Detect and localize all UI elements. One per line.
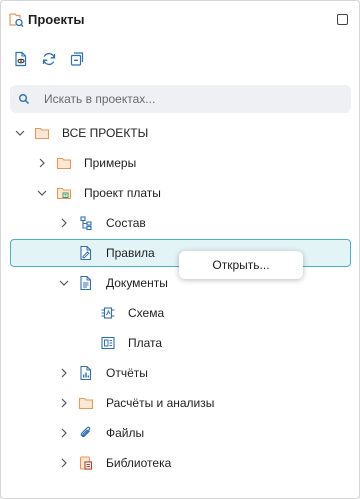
tree-item-label: Примеры <box>84 156 137 170</box>
folder-icon <box>56 157 72 170</box>
board-project-icon <box>56 187 72 200</box>
tree-item-library[interactable]: Библиотека <box>10 449 351 477</box>
maximize-button[interactable] <box>337 14 348 25</box>
chevron-right-icon[interactable] <box>58 217 70 229</box>
tree-item-composition[interactable]: Состав <box>10 209 351 237</box>
tree-item-label: Документы <box>106 276 168 290</box>
tree-item-label: Библиотека <box>106 456 172 470</box>
tree-item-label: Расчёты и анализы <box>106 396 215 410</box>
tree-item-files[interactable]: Файлы <box>10 419 351 447</box>
open-document-button[interactable] <box>11 49 31 69</box>
rules-icon <box>80 245 92 261</box>
tree-item-label: Правила <box>106 246 155 260</box>
chevron-down-icon[interactable] <box>58 277 70 289</box>
tree-item-label: Файлы <box>106 426 145 440</box>
tree-item-pcb[interactable]: Плата <box>10 329 351 357</box>
folder-icon <box>34 127 50 140</box>
paperclip-icon <box>80 426 91 437</box>
report-icon <box>80 365 92 381</box>
tree-item-label: Проект платы <box>84 186 161 200</box>
search-icon <box>19 94 30 105</box>
panel-title: Проекты <box>28 12 85 27</box>
hierarchy-icon <box>80 216 92 231</box>
tree-item-label: ВСЕ ПРОЕКТЫ <box>62 126 149 140</box>
toolbar <box>1 47 359 73</box>
chevron-down-icon[interactable] <box>14 127 26 139</box>
tree-item-label: Плата <box>128 336 163 350</box>
tree-item-calculations[interactable]: Расчёты и анализы <box>10 389 351 417</box>
documents-icon <box>80 275 92 291</box>
projects-search-icon <box>9 13 24 27</box>
chevron-down-icon[interactable] <box>36 187 48 199</box>
context-menu-open[interactable]: Открыть... <box>179 251 303 279</box>
open-document-icon <box>15 51 27 67</box>
tree-item-schematic[interactable]: Схема <box>10 299 351 327</box>
chevron-right-icon[interactable] <box>36 157 48 169</box>
tree-item-board-project[interactable]: Проект платы <box>10 179 351 207</box>
projects-panel: Проекты Искать в проектах... ВСЕ ПРОЕКТЫ… <box>0 0 360 499</box>
collapse-all-button[interactable] <box>67 49 87 69</box>
tree-item-all-projects[interactable]: ВСЕ ПРОЕКТЫ <box>10 119 351 147</box>
tree-item-label: Схема <box>128 306 165 320</box>
collapse-all-icon <box>70 52 84 66</box>
tree-item-examples[interactable]: Примеры <box>10 149 351 177</box>
chevron-right-icon[interactable] <box>58 427 70 439</box>
chevron-right-icon[interactable] <box>58 367 70 379</box>
refresh-icon <box>42 52 56 66</box>
tree-item-reports[interactable]: Отчёты <box>10 359 351 387</box>
tree-item-label: Состав <box>106 216 146 230</box>
chevron-right-icon[interactable] <box>58 397 70 409</box>
schematic-icon <box>101 307 115 319</box>
search-input[interactable] <box>44 85 334 113</box>
chevron-right-icon[interactable] <box>58 457 70 469</box>
search-box <box>10 85 351 113</box>
folder-icon <box>78 397 94 410</box>
library-icon <box>79 456 93 470</box>
tree-item-label: Отчёты <box>106 366 148 380</box>
refresh-button[interactable] <box>39 49 59 69</box>
panel-header: Проекты <box>1 1 359 39</box>
context-menu: Открыть... <box>179 251 303 279</box>
pcb-icon <box>101 336 115 350</box>
